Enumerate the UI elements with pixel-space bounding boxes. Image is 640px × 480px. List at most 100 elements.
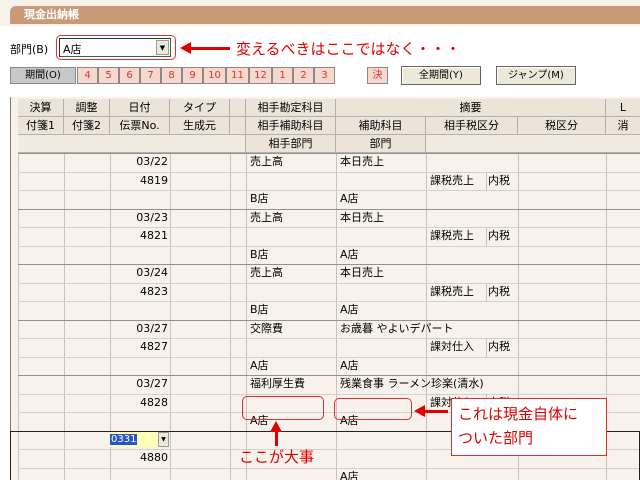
entry-denpyo-no[interactable]: 4819 [110, 173, 168, 189]
entry-denpyo-no[interactable]: 4827 [110, 339, 168, 355]
bumon-select-value: A店 [63, 43, 82, 56]
header-fusen2[interactable]: 付箋2 [64, 117, 110, 135]
entry-date[interactable]: 03/23 [110, 210, 168, 226]
entry-account[interactable]: 交際費 [250, 321, 283, 337]
header-blank-1 [230, 99, 246, 117]
callout-bottom-text: ここが大事 [239, 448, 315, 466]
header-source[interactable]: 生成元 [170, 117, 230, 135]
window-title-bar: 現金出納帳 [0, 0, 640, 26]
grid-row-divider [18, 301, 640, 302]
header-row3-right [426, 135, 640, 153]
callout-arrow-right [424, 410, 448, 413]
callout-top-text: 変えるべきはここではなく・・・ [236, 40, 461, 58]
all-period-button[interactable]: 全期間(Y) [401, 66, 481, 85]
chevron-down-icon[interactable]: ▼ [158, 432, 169, 447]
entry-sub-account[interactable]: 本日売上 [340, 265, 384, 281]
entry-account[interactable]: 売上高 [250, 265, 283, 281]
period-month-8[interactable]: 8 [161, 67, 182, 84]
period-month-4[interactable]: 4 [77, 67, 98, 84]
callout-arrow-up [275, 430, 278, 446]
entry-partner-dept[interactable]: A店 [250, 358, 269, 374]
header-partner-dept[interactable]: 相手部門 [246, 135, 336, 153]
entry-taxtype[interactable]: 内税 [488, 284, 510, 300]
header-partner-account[interactable]: 相手勘定科目 [246, 99, 336, 117]
period-kessan-button[interactable]: 決 [367, 67, 388, 84]
entry-tax[interactable]: 課対仕入 [430, 339, 474, 355]
header-blank-2 [230, 117, 246, 135]
entry-taxtype[interactable]: 内税 [488, 173, 510, 189]
period-month-6[interactable]: 6 [119, 67, 140, 84]
entry-denpyo-no[interactable]: 4821 [110, 228, 168, 244]
entry-account[interactable]: 福利厚生費 [250, 376, 305, 392]
grid-row-divider [18, 190, 640, 191]
grid-col-divider [486, 338, 487, 357]
entry-taxtype[interactable]: 内税 [488, 228, 510, 244]
header-partner-tax[interactable]: 相手税区分 [426, 117, 518, 135]
entry-date[interactable]: 03/22 [110, 154, 168, 170]
entry-sub-account[interactable]: 本日売上 [340, 154, 384, 170]
period-month-3[interactable]: 3 [314, 67, 335, 84]
entry-tax[interactable]: 課税売上 [430, 284, 474, 300]
grid-row-divider [18, 357, 640, 358]
period-month-11[interactable]: 11 [226, 67, 249, 84]
header-kessan[interactable]: 決算 [18, 99, 64, 117]
period-month-1[interactable]: 1 [272, 67, 293, 84]
entry-denpyo-no[interactable]: 4828 [110, 395, 168, 411]
entry-date[interactable]: 03/27 [110, 376, 168, 392]
callout-right-box: これは現金自体に ついた部門 [451, 398, 607, 456]
arrow-head-left-icon [414, 405, 425, 417]
period-month-10[interactable]: 10 [203, 67, 226, 84]
callout-arrow-top [190, 47, 230, 50]
period-month-2[interactable]: 2 [293, 67, 314, 84]
arrow-head-up-icon [270, 421, 282, 432]
dept-highlight [334, 398, 412, 420]
jump-button[interactable]: ジャンプ(M) [496, 66, 576, 85]
entry-tax[interactable]: 課税売上 [430, 228, 474, 244]
period-label-button[interactable]: 期間(O) [10, 67, 76, 84]
header-chosei[interactable]: 調整 [64, 99, 110, 117]
header-sub-account[interactable]: 補助科目 [336, 117, 426, 135]
entry-dept[interactable]: A店 [340, 358, 359, 374]
entry-sub-account[interactable]: 本日売上 [340, 210, 384, 226]
header-denpyo-no[interactable]: 伝票No. [110, 117, 170, 135]
header-fusen1[interactable]: 付箋1 [18, 117, 64, 135]
chevron-down-icon[interactable]: ▼ [156, 40, 169, 55]
active-dept[interactable]: A店 [340, 469, 359, 480]
active-denpyo-no[interactable]: 4880 [110, 450, 168, 466]
entry-date[interactable]: 03/24 [110, 265, 168, 281]
period-month-12[interactable]: 12 [249, 67, 272, 84]
period-month-7[interactable]: 7 [140, 67, 161, 84]
entry-dept[interactable]: A店 [340, 191, 359, 207]
grid-col-divider [486, 172, 487, 191]
entry-date[interactable]: 03/27 [110, 321, 168, 337]
header-dept[interactable]: 部門 [336, 135, 426, 153]
period-month-5[interactable]: 5 [98, 67, 119, 84]
header-row3-left [18, 135, 246, 153]
callout-right-line1: これは現金自体に [458, 405, 579, 423]
entry-sub-account[interactable]: お歳暮 やよいデパート [340, 321, 454, 337]
entry-taxtype[interactable]: 内税 [488, 339, 510, 355]
bumon-label: 部門(B) [10, 43, 49, 56]
callout-right-line2: ついた部門 [458, 429, 534, 447]
header-tax[interactable]: 税区分 [518, 117, 606, 135]
entry-partner-dept[interactable]: B店 [250, 191, 269, 207]
header-date[interactable]: 日付 [110, 99, 170, 117]
grid-col-divider [486, 227, 487, 246]
arrow-head-left-icon [180, 42, 191, 54]
entry-partner-dept[interactable]: B店 [250, 247, 269, 263]
entry-sub-account[interactable]: 残業食事 ラーメン珍楽(清水) [340, 376, 484, 392]
date-input[interactable]: 0331 [110, 432, 158, 447]
entry-partner-dept[interactable]: B店 [250, 302, 269, 318]
entry-tax[interactable]: 課税売上 [430, 173, 474, 189]
window-title: 現金出納帳 [10, 6, 640, 24]
entry-denpyo-no[interactable]: 4823 [110, 284, 168, 300]
header-partner-sub[interactable]: 相手補助科目 [246, 117, 336, 135]
header-tekiyo[interactable]: 摘要 [336, 99, 606, 117]
entry-account[interactable]: 売上高 [250, 154, 283, 170]
bumon-select[interactable]: A店 ▼ [59, 38, 171, 57]
entry-dept[interactable]: A店 [340, 247, 359, 263]
entry-account[interactable]: 売上高 [250, 210, 283, 226]
entry-dept[interactable]: A店 [340, 302, 359, 318]
header-type[interactable]: タイプ [170, 99, 230, 117]
period-month-9[interactable]: 9 [182, 67, 203, 84]
